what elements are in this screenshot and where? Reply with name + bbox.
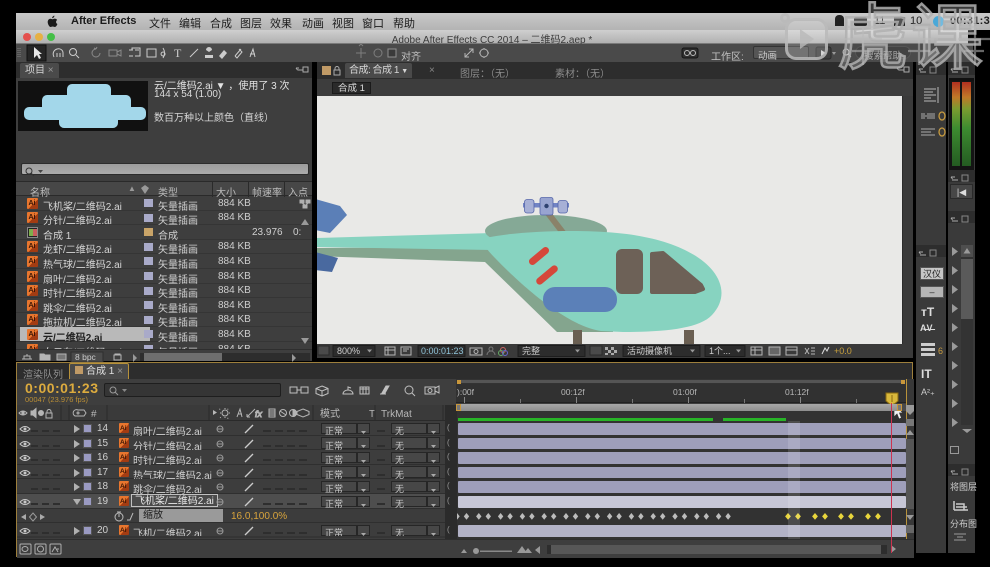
svg-text:活动摄像机: 活动摄像机 <box>627 345 672 356</box>
svg-text:T: T <box>369 409 375 420</box>
svg-text:T: T <box>174 46 182 60</box>
svg-text:TrkMat: TrkMat <box>381 409 412 420</box>
svg-text:0:00:01:23: 0:00:01:23 <box>421 346 464 356</box>
svg-text:fx: fx <box>255 409 263 419</box>
svg-text:800%: 800% <box>337 346 360 356</box>
svg-text:+0.0: +0.0 <box>834 346 852 356</box>
svg-text:8 bpc: 8 bpc <box>75 352 97 362</box>
svg-text:完整: 完整 <box>522 345 540 356</box>
svg-text:#: # <box>91 409 97 420</box>
svg-text:模式: 模式 <box>320 407 340 420</box>
svg-text:1个...: 1个... <box>709 346 731 356</box>
